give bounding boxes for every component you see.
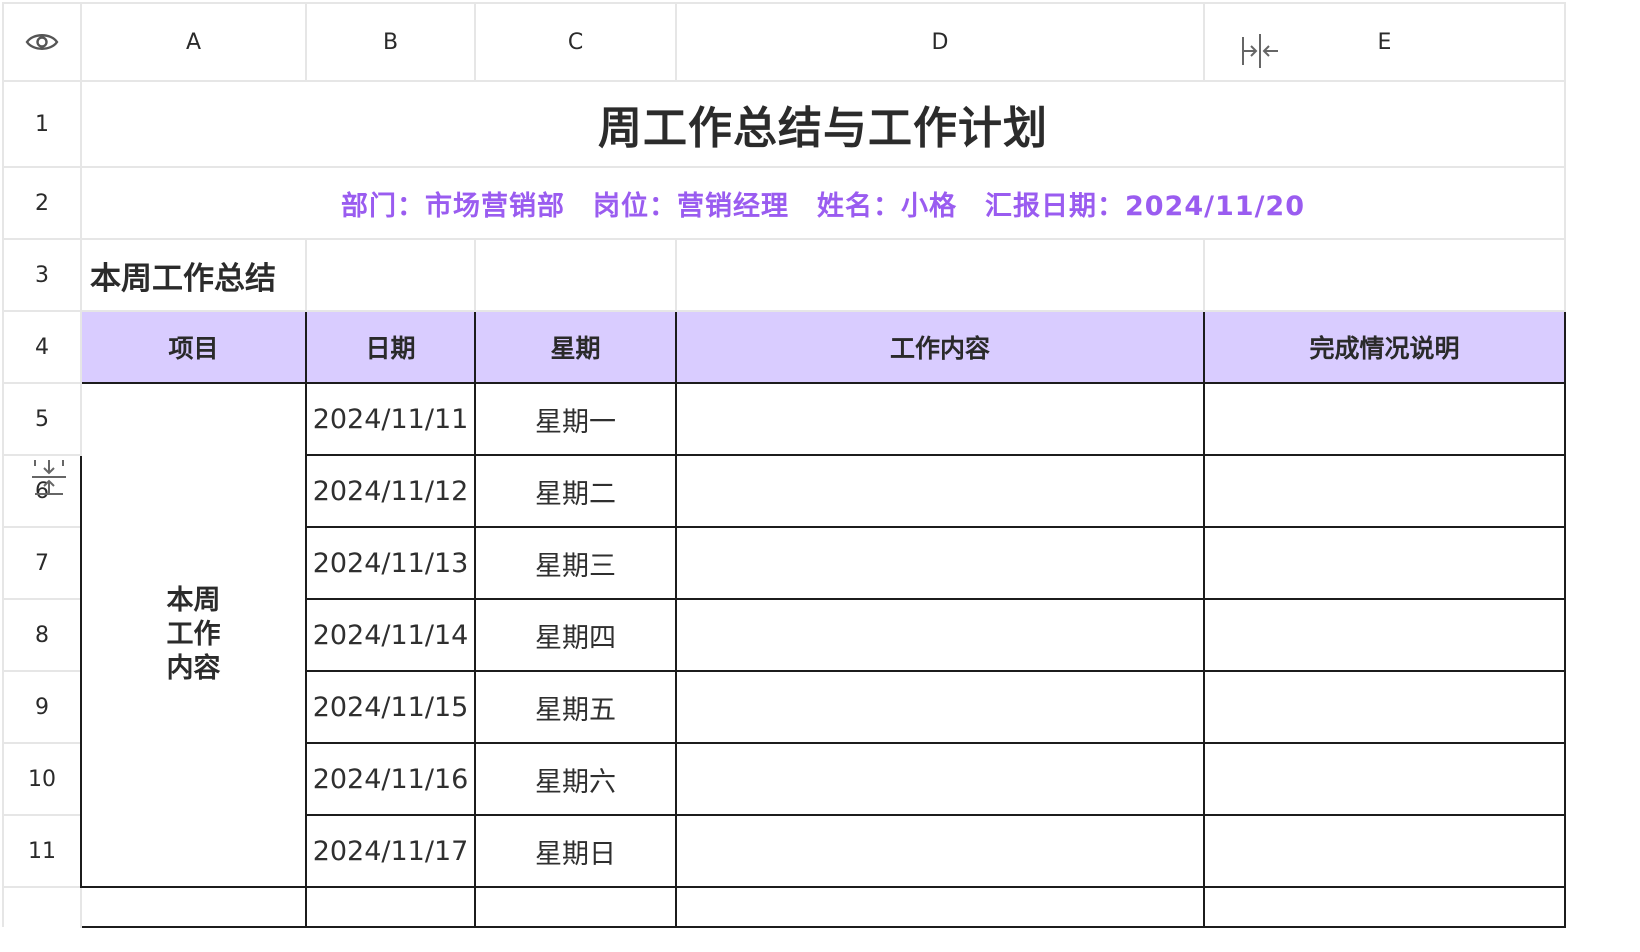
spreadsheet-grid: A B C D E 1 周工作总结与工作计划 2 部门：市场营销部 岗位：营销经理… — [2, 2, 1566, 928]
work-content-cell[interactable] — [675, 814, 1205, 888]
row-header-1[interactable]: 1 — [2, 80, 82, 168]
work-content-cell[interactable] — [675, 454, 1205, 528]
work-content-cell[interactable] — [675, 742, 1205, 816]
completion-notes-cell[interactable] — [1203, 454, 1566, 528]
work-content-cell[interactable] — [675, 598, 1205, 672]
column-collapse-icon[interactable] — [1240, 32, 1280, 70]
date-cell[interactable]: 2024/11/11 — [305, 382, 476, 456]
position-info: 岗位：营销经理 — [592, 190, 789, 222]
header-completion-notes[interactable]: 完成情况说明 — [1203, 310, 1566, 384]
completion-notes-cell[interactable] — [1203, 382, 1566, 456]
row-header-11[interactable]: 11 — [2, 814, 82, 888]
row-header-9[interactable]: 9 — [2, 670, 82, 744]
cell-c12[interactable] — [474, 886, 677, 928]
header-item[interactable]: 项目 — [80, 310, 307, 384]
row-header-10[interactable]: 10 — [2, 742, 82, 816]
weekday-cell[interactable]: 星期日 — [474, 814, 677, 888]
column-header-a[interactable]: A — [80, 2, 307, 82]
eye-icon[interactable] — [25, 31, 59, 53]
item-label-line: 本周 — [166, 585, 221, 616]
weekday-cell[interactable]: 星期四 — [474, 598, 677, 672]
weekday-cell[interactable]: 星期三 — [474, 526, 677, 600]
date-cell[interactable]: 2024/11/12 — [305, 454, 476, 528]
column-header-c[interactable]: C — [474, 2, 677, 82]
row-header-7[interactable]: 7 — [2, 526, 82, 600]
row-header-3[interactable]: 3 — [2, 238, 82, 312]
row-header-2[interactable]: 2 — [2, 166, 82, 240]
date-cell[interactable]: 2024/11/14 — [305, 598, 476, 672]
section-title[interactable]: 本周工作总结 — [80, 238, 307, 312]
date-cell[interactable]: 2024/11/16 — [305, 742, 476, 816]
weekday-cell[interactable]: 星期五 — [474, 670, 677, 744]
weekday-cell[interactable]: 星期六 — [474, 742, 677, 816]
date-cell[interactable]: 2024/11/13 — [305, 526, 476, 600]
work-content-cell[interactable] — [675, 382, 1205, 456]
work-content-cell[interactable] — [675, 526, 1205, 600]
cell-b12[interactable] — [305, 886, 476, 928]
item-label-line: 内容 — [166, 653, 221, 684]
cell-c3[interactable] — [474, 238, 677, 312]
cell-d12[interactable] — [675, 886, 1205, 928]
report-date-info: 汇报日期：2024/11/20 — [984, 190, 1305, 222]
row-collapse-icon[interactable] — [30, 458, 68, 496]
row-header-5[interactable]: 5 — [2, 382, 82, 456]
date-cell[interactable]: 2024/11/15 — [305, 670, 476, 744]
row-header-12[interactable] — [2, 886, 82, 927]
completion-notes-cell[interactable] — [1203, 814, 1566, 888]
work-content-cell[interactable] — [675, 670, 1205, 744]
row-header-4[interactable]: 4 — [2, 310, 82, 384]
completion-notes-cell[interactable] — [1203, 598, 1566, 672]
column-header-b[interactable]: B — [305, 2, 476, 82]
report-info-cell[interactable]: 部门：市场营销部 岗位：营销经理 姓名：小格 汇报日期：2024/11/20 — [80, 166, 1566, 240]
header-weekday[interactable]: 星期 — [474, 310, 677, 384]
weekday-cell[interactable]: 星期一 — [474, 382, 677, 456]
header-work-content[interactable]: 工作内容 — [675, 310, 1205, 384]
sheet-title[interactable]: 周工作总结与工作计划 — [80, 80, 1566, 168]
department-info: 部门：市场营销部 — [340, 190, 565, 222]
date-cell[interactable]: 2024/11/17 — [305, 814, 476, 888]
item-label: 本周 工作 内容 — [83, 584, 304, 686]
item-label-cell[interactable]: 本周 工作 内容 — [80, 382, 307, 888]
cell-e3[interactable] — [1203, 238, 1566, 312]
cell-e12[interactable] — [1203, 886, 1566, 928]
row-header-8[interactable]: 8 — [2, 598, 82, 672]
weekday-cell[interactable]: 星期二 — [474, 454, 677, 528]
cell-b3[interactable] — [305, 238, 476, 312]
item-label-line: 工作 — [166, 619, 221, 650]
name-info: 姓名：小格 — [816, 190, 957, 222]
cell-d3[interactable] — [675, 238, 1205, 312]
completion-notes-cell[interactable] — [1203, 526, 1566, 600]
completion-notes-cell[interactable] — [1203, 742, 1566, 816]
header-date[interactable]: 日期 — [305, 310, 476, 384]
completion-notes-cell[interactable] — [1203, 670, 1566, 744]
column-header-d[interactable]: D — [675, 2, 1205, 82]
cell-a12[interactable] — [80, 886, 307, 928]
spreadsheet-sheet: A B C D E 1 周工作总结与工作计划 2 部门：市场营销部 岗位：营销经理… — [0, 0, 1640, 952]
select-all-corner[interactable] — [2, 2, 82, 82]
